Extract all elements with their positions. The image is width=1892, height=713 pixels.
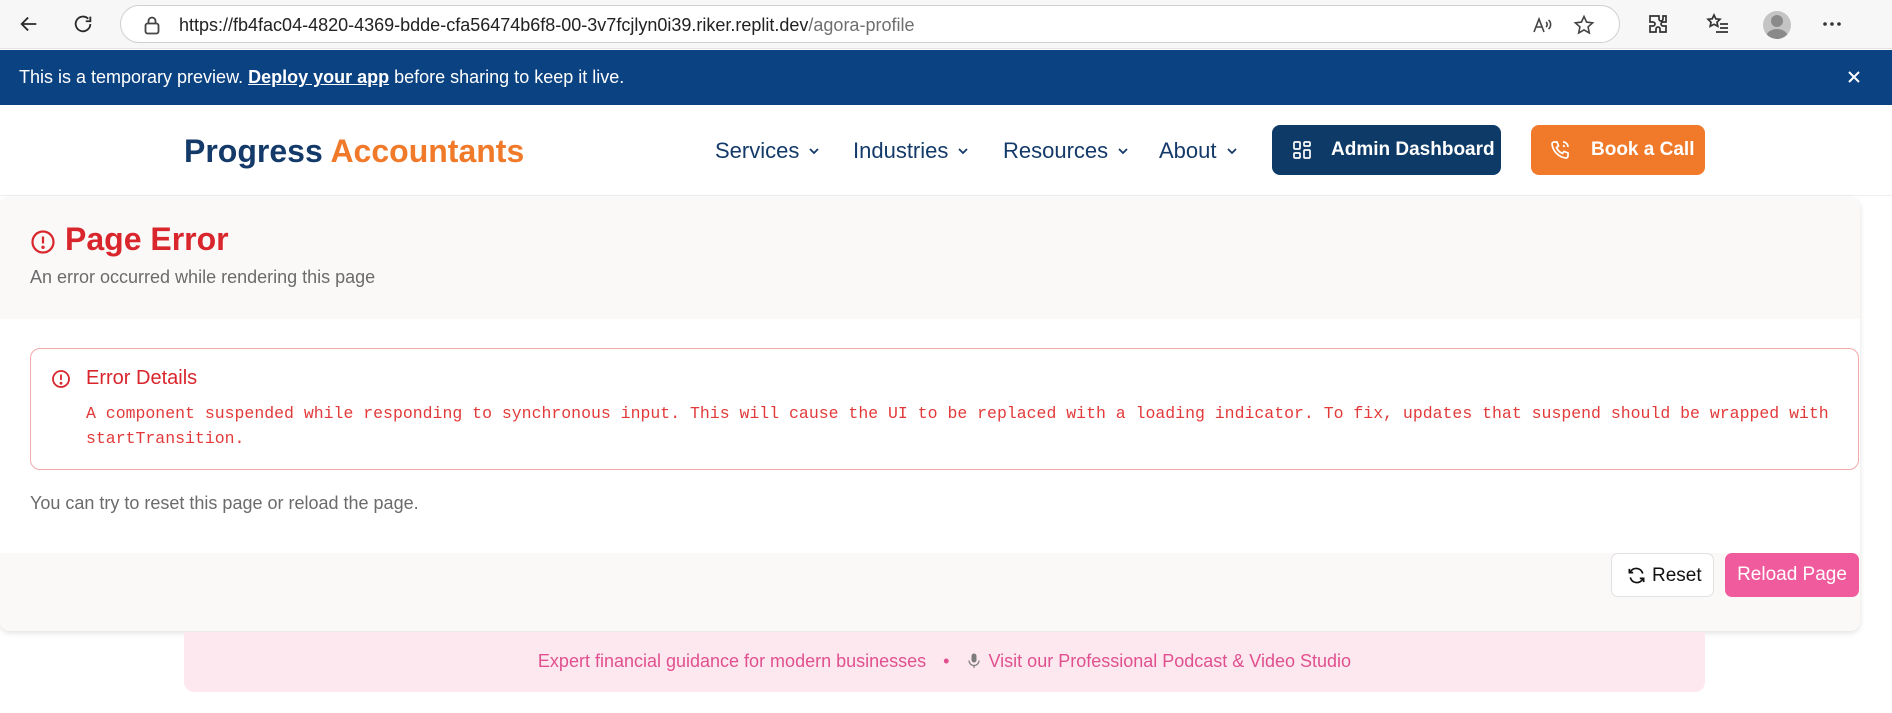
nav-industries[interactable]: Industries bbox=[853, 138, 970, 164]
brand-logo[interactable]: Progress Accountants bbox=[184, 133, 524, 170]
error-card: Page Error An error occurred while rende… bbox=[0, 197, 1860, 631]
favorite-star-icon[interactable] bbox=[1573, 14, 1595, 36]
error-message: A component suspended while responding t… bbox=[86, 404, 1829, 448]
phone-icon bbox=[1551, 141, 1569, 159]
promo-content: Expert financial guidance for modern bus… bbox=[184, 651, 1705, 672]
preview-banner-text: This is a temporary preview. Deploy your… bbox=[19, 67, 624, 88]
promo-tagline: Expert financial guidance for modern bus… bbox=[537, 651, 927, 671]
alert-circle-icon bbox=[52, 370, 70, 388]
nav-label: Services bbox=[715, 138, 800, 163]
book-a-call-button[interactable]: Book a Call bbox=[1531, 125, 1705, 175]
error-details-box: Error Details A component suspended whil… bbox=[30, 348, 1859, 470]
nav-services[interactable]: Services bbox=[715, 138, 821, 164]
nav-about[interactable]: About bbox=[1159, 138, 1239, 164]
url-text[interactable]: https://fb4fac04-4820-4369-bdde-cfa56474… bbox=[179, 15, 914, 36]
dashboard-grid-icon bbox=[1293, 141, 1311, 159]
nav-label: About bbox=[1159, 138, 1217, 163]
site-header: Progress Accountants Services Industries… bbox=[0, 105, 1892, 196]
refresh-icon[interactable] bbox=[68, 9, 98, 39]
nav-label: Resources bbox=[1003, 138, 1109, 163]
page-subtitle: An error occurred while rendering this p… bbox=[30, 267, 376, 287]
url-path: /agora-profile bbox=[808, 15, 915, 35]
error-card-header: Page Error An error occurred while rende… bbox=[0, 197, 1860, 319]
refresh-icon bbox=[1628, 567, 1645, 584]
admin-dashboard-button[interactable]: Admin Dashboard bbox=[1272, 125, 1501, 175]
page-title: Page Error bbox=[65, 221, 229, 257]
error-card-body: Error Details A component suspended whil… bbox=[0, 319, 1860, 553]
brand-part2: Accountants bbox=[330, 133, 525, 169]
reset-label: Reset bbox=[1652, 565, 1702, 586]
help-text: You can try to reset this page or reload… bbox=[30, 493, 419, 513]
alert-circle-icon bbox=[31, 230, 55, 254]
error-details-title: Error Details bbox=[86, 367, 198, 389]
microphone-icon bbox=[967, 653, 980, 668]
more-menu-icon[interactable] bbox=[1820, 12, 1844, 36]
preview-text-before: This is a temporary preview. bbox=[19, 67, 249, 87]
deploy-app-link[interactable]: Deploy your app bbox=[248, 67, 389, 87]
url-host: https://fb4fac04-4820-4369-bdde-cfa56474… bbox=[179, 15, 809, 35]
back-arrow-icon[interactable] bbox=[14, 9, 44, 39]
nav-label: Industries bbox=[853, 138, 949, 163]
book-a-call-label: Book a Call bbox=[1591, 139, 1695, 160]
chevron-down-icon bbox=[1118, 148, 1128, 155]
error-card-footer: Reset Reload Page bbox=[0, 553, 1860, 631]
favorites-list-icon[interactable] bbox=[1706, 12, 1730, 36]
nav-resources[interactable]: Resources bbox=[1003, 138, 1130, 164]
chevron-down-icon bbox=[809, 148, 819, 155]
chevron-down-icon bbox=[958, 148, 969, 155]
preview-text-after: before sharing to keep it live. bbox=[389, 67, 625, 87]
address-bar[interactable]: https://fb4fac04-4820-4369-bdde-cfa56474… bbox=[120, 5, 1620, 43]
brand-part1: Progress bbox=[184, 133, 323, 169]
reset-button[interactable]: Reset bbox=[1611, 553, 1714, 597]
promo-strip: Expert financial guidance for modern bus… bbox=[184, 632, 1705, 692]
read-aloud-icon[interactable] bbox=[1531, 14, 1553, 36]
admin-dashboard-label: Admin Dashboard bbox=[1331, 139, 1495, 160]
browser-toolbar: https://fb4fac04-4820-4369-bdde-cfa56474… bbox=[0, 0, 1892, 49]
reload-page-label: Reload Page bbox=[1737, 564, 1847, 585]
chevron-down-icon bbox=[1226, 148, 1237, 155]
reload-page-button[interactable]: Reload Page bbox=[1725, 553, 1859, 597]
podcast-studio-link[interactable]: Visit our Professional Podcast & Video S… bbox=[989, 651, 1352, 671]
preview-banner: This is a temporary preview. Deploy your… bbox=[0, 50, 1892, 105]
close-icon[interactable] bbox=[1843, 66, 1865, 88]
extensions-icon[interactable] bbox=[1646, 12, 1670, 36]
promo-separator: • bbox=[943, 651, 950, 671]
profile-avatar-icon[interactable] bbox=[1763, 11, 1791, 39]
lock-icon[interactable] bbox=[143, 15, 161, 35]
